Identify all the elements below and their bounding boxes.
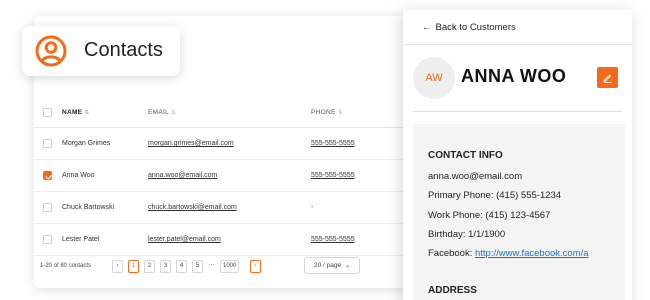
contact-email-link[interactable]: anna.woo@email.com	[148, 172, 217, 179]
contact-email-link[interactable]: morgan.grimes@email.com	[148, 140, 234, 147]
pagination-info: 1-20 of 80 contacts	[40, 263, 92, 269]
contact-phone-link[interactable]: 555-555-5555	[311, 236, 355, 243]
row-checkbox[interactable]	[43, 171, 52, 180]
contact-phone: -	[311, 204, 314, 211]
name-column-header[interactable]: NAME ⇅	[62, 109, 90, 116]
primary-phone: Primary Phone: (415) 555-1234	[428, 190, 562, 201]
sort-icon: ⇅	[84, 110, 90, 116]
pagination: 1-20 of 80 contacts ‹ 1 2 3 4 5 ··· 1000…	[34, 254, 409, 280]
contact-phone-link[interactable]: 555-555-5555	[311, 140, 355, 147]
chevron-down-icon: ⌄	[344, 262, 351, 269]
contact-email-link[interactable]: chuck.bartowski@email.com	[148, 204, 237, 211]
table-header: NAME ⇅ EMAIL ⇅ PHONE ⇅	[34, 98, 409, 128]
page-button[interactable]: 4	[176, 260, 187, 273]
page-button[interactable]: 5	[192, 260, 203, 273]
facebook-link[interactable]: http://www.facebook.com/a	[475, 248, 589, 259]
customer-detail-panel: ← Back to Customers AW ANNA WOO CONTACT I…	[403, 10, 632, 300]
contact-email-link[interactable]: lester.patel@email.com	[148, 236, 221, 243]
address-heading: ADDRESS	[428, 285, 477, 296]
contacts-title-card: Contacts	[22, 26, 180, 76]
arrow-left-icon: ←	[422, 22, 432, 33]
email-column-header[interactable]: EMAIL ⇅	[148, 109, 176, 116]
contact-name: Chuck Bartowski	[62, 204, 115, 211]
table-row[interactable]: Anna Woo anna.woo@email.com 555-555-5555	[34, 160, 409, 192]
sort-icon: ⇅	[171, 110, 177, 116]
customer-name: ANNA WOO	[461, 66, 567, 86]
contact-phone-link[interactable]: 555-555-5555	[311, 172, 355, 179]
back-to-customers-link[interactable]: ← Back to Customers	[422, 22, 516, 33]
contact-info-heading: CONTACT INFO	[428, 150, 503, 161]
next-page-button[interactable]: ›	[250, 260, 261, 273]
contact-email: anna.woo@email.com	[428, 171, 523, 182]
pencil-icon	[603, 74, 612, 83]
page-button[interactable]: 2	[144, 260, 155, 273]
row-checkbox[interactable]	[43, 203, 52, 212]
page-button[interactable]: 3	[160, 260, 171, 273]
facebook-row: Facebook: http://www.facebook.com/a	[428, 248, 589, 259]
page-button[interactable]: 1000	[220, 260, 240, 273]
page-title: Contacts	[84, 39, 163, 61]
page-size-select[interactable]: 20 / page ⌄	[304, 257, 360, 274]
page-ellipsis: ···	[206, 260, 217, 273]
table-row[interactable]: Chuck Bartowski chuck.bartowski@email.co…	[34, 192, 409, 224]
avatar: AW	[413, 57, 455, 99]
row-checkbox[interactable]	[43, 139, 52, 148]
user-icon	[35, 35, 67, 67]
table-row[interactable]: Lester Patel lester.patel@email.com 555-…	[34, 224, 409, 256]
divider	[413, 111, 622, 112]
contact-name: Anna Woo	[62, 172, 95, 179]
row-checkbox[interactable]	[43, 235, 52, 244]
page-button[interactable]: 1	[128, 260, 139, 273]
contact-info-section: CONTACT INFO anna.woo@email.com Primary …	[413, 124, 625, 300]
prev-page-button[interactable]: ‹	[112, 260, 123, 273]
edit-button[interactable]	[597, 67, 618, 88]
birthday: Birthday: 1/1/1900	[428, 229, 506, 240]
sort-icon: ⇅	[337, 110, 343, 116]
contact-name: Morgan Grimes	[62, 140, 111, 147]
divider	[403, 44, 632, 45]
contact-name: Lester Patel	[62, 236, 100, 243]
table-row[interactable]: Morgan Grimes morgan.grimes@email.com 55…	[34, 128, 409, 160]
phone-column-header[interactable]: PHONE ⇅	[311, 109, 343, 116]
work-phone: Work Phone: (415) 123-4567	[428, 210, 551, 221]
select-all-checkbox[interactable]	[43, 108, 52, 117]
